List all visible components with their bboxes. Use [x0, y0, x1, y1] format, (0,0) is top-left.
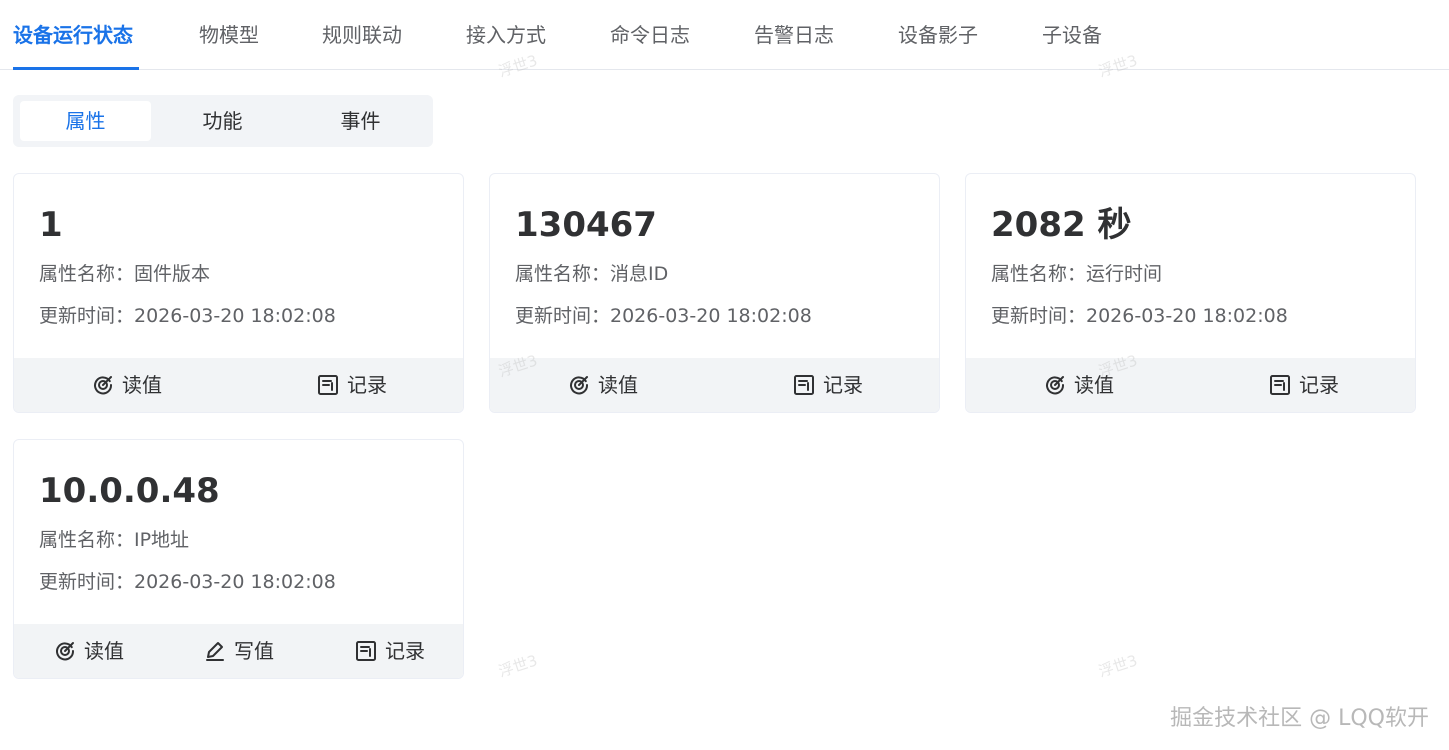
- source-watermark: 掘金技术社区 @ LQQ软开: [1170, 706, 1429, 731]
- record-label: 记录: [385, 639, 425, 663]
- property-update-time: 更新时间：2026-03-20 18:02:08: [991, 305, 1288, 327]
- record-icon: [793, 374, 815, 396]
- tab-rule-linkage[interactable]: 规则联动: [322, 20, 402, 50]
- property-update-time: 更新时间：2026-03-20 18:02:08: [515, 305, 812, 327]
- read-value-button[interactable]: 读值: [54, 624, 124, 678]
- active-tab-indicator: [13, 67, 139, 70]
- record-label: 记录: [347, 373, 387, 397]
- read-value-button[interactable]: 读值: [92, 358, 162, 412]
- read-value-label: 读值: [598, 373, 638, 397]
- property-update-time: 更新时间：2026-03-20 18:02:08: [39, 305, 336, 327]
- property-value: 130467: [515, 205, 657, 245]
- property-name: 属性名称：固件版本: [39, 263, 211, 285]
- card-actions: 读值 写值 记录: [14, 624, 463, 678]
- device-detail-page: 设备运行状态 物模型 规则联动 接入方式 命令日志 告警日志 设备影子 子设备 …: [0, 0, 1449, 750]
- card-actions: 读值 记录: [14, 358, 463, 412]
- write-value-icon: [204, 640, 226, 662]
- property-name: 属性名称：运行时间: [991, 263, 1163, 285]
- segment-events[interactable]: 事件: [295, 101, 426, 141]
- property-card-message-id: 130467 属性名称：消息ID 更新时间：2026-03-20 18:02:0…: [489, 173, 940, 413]
- tab-alarm-log[interactable]: 告警日志: [754, 20, 834, 50]
- record-button[interactable]: 记录: [1269, 358, 1339, 412]
- watermark: 浮世3: [1096, 651, 1140, 681]
- tab-device-shadow[interactable]: 设备影子: [898, 20, 978, 50]
- record-label: 记录: [1299, 373, 1339, 397]
- property-value: 1: [39, 205, 63, 245]
- write-value-label: 写值: [234, 639, 274, 663]
- segment-properties[interactable]: 属性: [20, 101, 151, 141]
- property-card-run-time: 2082 秒 属性名称：运行时间 更新时间：2026-03-20 18:02:0…: [965, 173, 1416, 413]
- read-value-icon: [568, 374, 590, 396]
- record-button[interactable]: 记录: [317, 358, 387, 412]
- record-label: 记录: [823, 373, 863, 397]
- top-tabs: 设备运行状态 物模型 规则联动 接入方式 命令日志 告警日志 设备影子 子设备: [0, 0, 1449, 70]
- card-actions: 读值 记录: [966, 358, 1415, 412]
- read-value-icon: [54, 640, 76, 662]
- tab-device-status[interactable]: 设备运行状态: [13, 20, 133, 50]
- property-value: 10.0.0.48: [39, 471, 220, 511]
- record-button[interactable]: 记录: [355, 624, 425, 678]
- tab-thing-model[interactable]: 物模型: [199, 20, 259, 50]
- write-value-button[interactable]: 写值: [204, 624, 274, 678]
- tab-command-log[interactable]: 命令日志: [610, 20, 690, 50]
- tab-sub-device[interactable]: 子设备: [1042, 20, 1102, 50]
- property-name: 属性名称：消息ID: [515, 263, 669, 285]
- record-icon: [317, 374, 339, 396]
- read-value-button[interactable]: 读值: [568, 358, 638, 412]
- watermark: 浮世3: [496, 651, 540, 681]
- property-type-switch: 属性 功能 事件: [13, 95, 433, 147]
- record-icon: [355, 640, 377, 662]
- record-button[interactable]: 记录: [793, 358, 863, 412]
- property-card-firmware-version: 1 属性名称：固件版本 更新时间：2026-03-20 18:02:08 读值 …: [13, 173, 464, 413]
- read-value-label: 读值: [122, 373, 162, 397]
- property-card-ip-address: 10.0.0.48 属性名称：IP地址 更新时间：2026-03-20 18:0…: [13, 439, 464, 679]
- segment-functions[interactable]: 功能: [157, 101, 288, 141]
- record-icon: [1269, 374, 1291, 396]
- read-value-icon: [1044, 374, 1066, 396]
- property-name: 属性名称：IP地址: [39, 529, 190, 551]
- property-value: 2082 秒: [991, 205, 1132, 245]
- card-actions: 读值 记录: [490, 358, 939, 412]
- read-value-label: 读值: [84, 639, 124, 663]
- property-update-time: 更新时间：2026-03-20 18:02:08: [39, 571, 336, 593]
- read-value-icon: [92, 374, 114, 396]
- tab-access-method[interactable]: 接入方式: [466, 20, 546, 50]
